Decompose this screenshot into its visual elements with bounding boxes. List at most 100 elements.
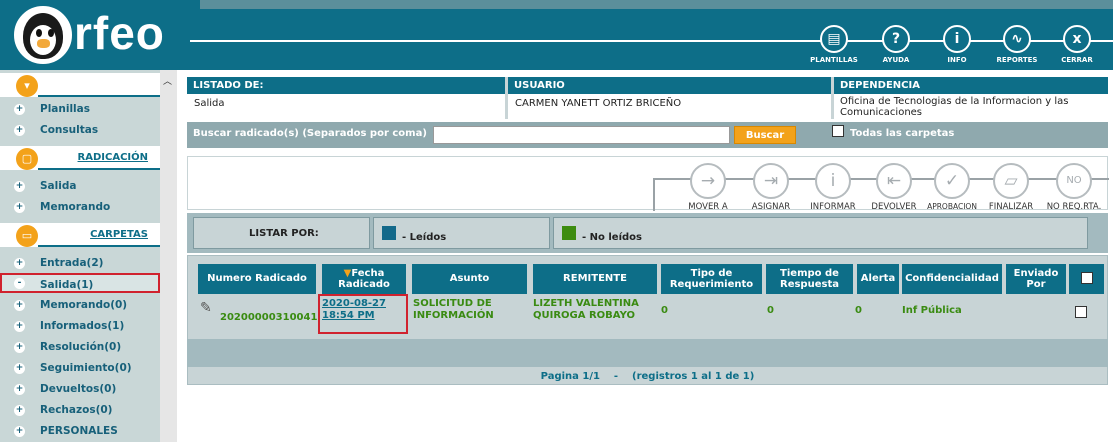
app-header: rfeo ▤ PLANTILLAS ? AYUDA i INFO ∿ REPOR…	[0, 0, 1113, 70]
finish-icon: ▱	[993, 163, 1029, 199]
ayuda-button[interactable]: ? AYUDA	[866, 25, 926, 64]
devolver-button[interactable]: ⇤ DEVOLVER	[864, 163, 924, 212]
listar-por-label-box: LISTAR POR:	[193, 217, 370, 249]
filter-read[interactable]: - Leídos	[373, 217, 550, 249]
close-icon: x	[1063, 25, 1091, 53]
folder-personales[interactable]: + PERSONALES	[0, 421, 160, 441]
informar-button[interactable]: i INFORMAR	[803, 163, 863, 212]
plus-icon: +	[14, 342, 25, 353]
move-icon: →	[690, 163, 726, 199]
cell-asunto: SOLICITUD DE INFORMACIÓN	[413, 298, 494, 321]
return-icon: ⇤	[876, 163, 912, 199]
folder-icon: ▭	[16, 225, 38, 247]
sidebar-item-consultas[interactable]: + Consultas	[0, 120, 160, 140]
pagination: Pagina 1/1 - (registros 1 al 1 de 1)	[540, 371, 755, 382]
row-checkbox[interactable]	[1075, 306, 1087, 318]
action-toolbar: → MOVER A ⇥ ASIGNAR i INFORMAR ⇤ DEVOLVE…	[187, 156, 1109, 212]
search-input[interactable]	[433, 126, 730, 144]
inform-icon: i	[815, 163, 851, 199]
penguin-logo-icon	[14, 6, 72, 64]
plus-icon: +	[14, 181, 25, 192]
col-enviado-por[interactable]: Enviado Por	[1006, 264, 1066, 294]
asignar-button[interactable]: ⇥ ASIGNAR	[741, 163, 801, 212]
col-tiempo-respuesta[interactable]: Tiempo de Respuesta	[766, 264, 853, 294]
edit-pencil-icon[interactable]: ✎	[200, 300, 212, 316]
cell-tiempo: 0	[767, 305, 774, 316]
info-button[interactable]: i INFO	[927, 25, 987, 64]
cell-confidencialidad: Inf Pública	[902, 305, 962, 316]
cell-numero: 20200000310041	[220, 312, 318, 323]
listado-value: Salida	[187, 94, 505, 119]
dependencia-value: Oficina de Tecnologias de la Informacion…	[834, 94, 1108, 119]
plus-icon: +	[14, 104, 25, 115]
search-bar: Buscar radicado(s) (Separados por coma) …	[187, 122, 1108, 148]
document-icon: ▢	[16, 148, 38, 170]
sidebar-item-planillas[interactable]: + Planillas	[0, 99, 160, 119]
plus-icon: +	[14, 125, 25, 136]
sidebar-scrollbar[interactable]: ︿	[160, 70, 177, 442]
cerrar-button[interactable]: x CERRAR	[1047, 25, 1107, 64]
sidebar-item-radicacion-salida[interactable]: + Salida	[0, 176, 160, 196]
plus-icon: +	[14, 258, 25, 269]
reportes-button[interactable]: ∿ REPORTES	[987, 25, 1047, 64]
filter-unread[interactable]: - No leídos	[553, 217, 1088, 249]
folder-salida[interactable]: - Salida(1)	[0, 273, 160, 293]
usuario-value: CARMEN YANETT ORTIZ BRICEÑO	[508, 94, 831, 119]
folder-informados[interactable]: + Informados(1)	[0, 316, 160, 336]
folder-devueltos[interactable]: + Devueltos(0)	[0, 379, 160, 399]
sidebar-collapse-section: ▾	[0, 73, 160, 97]
section-radicacion: ▢ RADICACIÓN	[0, 146, 160, 170]
col-confidencialidad[interactable]: Confidencialidad	[902, 264, 1002, 294]
col-fecha-radicado[interactable]: ▼Fecha Radicado	[322, 264, 406, 294]
no-req-rta-button[interactable]: NO NO REQ.RTA.	[1044, 163, 1104, 212]
listado-column: LISTADO DE: Salida	[187, 77, 505, 119]
plantillas-button[interactable]: ▤ PLANTILLAS	[804, 25, 864, 64]
plus-icon: +	[14, 426, 25, 437]
reports-icon: ∿	[1003, 25, 1031, 53]
sidebar-item-radicacion-memorando[interactable]: + Memorando	[0, 197, 160, 217]
folder-entrada[interactable]: + Entrada(2)	[0, 253, 160, 273]
plus-icon: +	[14, 321, 25, 332]
all-folders-checkbox[interactable]	[832, 125, 844, 137]
cell-tipo: 0	[661, 305, 668, 316]
plus-icon: +	[14, 405, 25, 416]
cell-remitente: LIZETH VALENTINA QUIROGA ROBAYO	[533, 298, 639, 321]
folder-memorando[interactable]: + Memorando(0)	[0, 295, 160, 315]
plus-icon: +	[14, 202, 25, 213]
col-tipo-requerimiento[interactable]: Tipo de Requerimiento	[661, 264, 762, 294]
minus-icon: -	[14, 278, 25, 289]
no-reply-icon: NO	[1056, 163, 1092, 199]
folder-seguimiento[interactable]: + Seguimiento(0)	[0, 358, 160, 378]
templates-icon: ▤	[820, 25, 848, 53]
info-header: LISTADO DE: Salida USUARIO CARMEN YANETT…	[187, 77, 1108, 119]
chevron-down-icon[interactable]: ▾	[16, 75, 38, 97]
usuario-column: USUARIO CARMEN YANETT ORTIZ BRICEÑO	[508, 77, 831, 119]
assign-icon: ⇥	[753, 163, 789, 199]
col-asunto[interactable]: Asunto	[412, 264, 527, 294]
app-logo-text: rfeo	[74, 7, 165, 59]
col-remitente[interactable]: REMITENTE	[533, 264, 657, 294]
info-icon: i	[943, 25, 971, 53]
search-button[interactable]: Buscar	[734, 126, 796, 144]
plus-icon: +	[14, 363, 25, 374]
scroll-up-icon[interactable]: ︿	[163, 74, 172, 87]
section-carpetas: ▭ CARPETAS	[0, 223, 160, 247]
select-all-checkbox[interactable]	[1080, 272, 1093, 284]
mover-a-button[interactable]: → MOVER A	[678, 163, 738, 212]
read-legend-swatch	[382, 226, 396, 240]
col-select-all	[1069, 264, 1104, 294]
header-top-strip	[200, 0, 1113, 9]
dependencia-column: DEPENDENCIA Oficina de Tecnologias de la…	[834, 77, 1108, 119]
folder-rechazos[interactable]: + Rechazos(0)	[0, 400, 160, 420]
unread-legend-swatch	[562, 226, 576, 240]
col-alerta[interactable]: Alerta	[857, 264, 899, 294]
folder-resolucion[interactable]: + Resolución(0)	[0, 337, 160, 357]
plus-icon: +	[14, 384, 25, 395]
col-numero-radicado[interactable]: Numero Radicado	[198, 264, 316, 294]
plus-icon: +	[14, 300, 25, 311]
aprobacion-button[interactable]: ✓ APROBACION	[922, 163, 982, 211]
listar-por-bar: LISTAR POR: - Leídos - No leídos	[187, 213, 1108, 253]
cell-alerta: 0	[855, 305, 862, 316]
finalizar-button[interactable]: ▱ FINALIZAR	[981, 163, 1041, 212]
approve-icon: ✓	[934, 163, 970, 199]
